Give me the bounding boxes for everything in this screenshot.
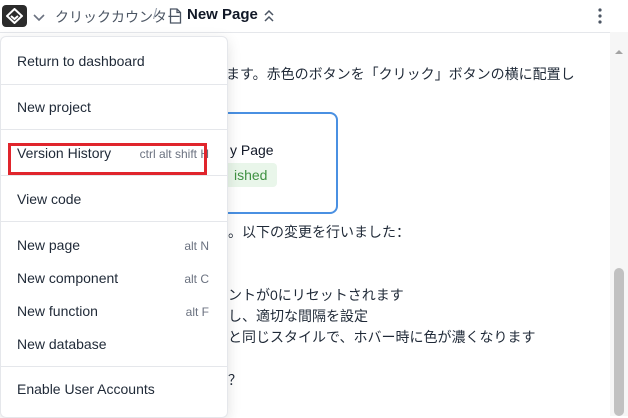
- menu-item-new-function[interactable]: New function alt F: [1, 295, 227, 327]
- menu-item-label: New function: [17, 303, 98, 319]
- app-logo-icon[interactable]: [2, 5, 27, 27]
- breadcrumb-page[interactable]: New Page: [187, 6, 258, 23]
- menu-item-shortcut: alt C: [184, 272, 209, 286]
- menu-divider: [1, 221, 227, 222]
- menu-item-enable-user-accounts[interactable]: Enable User Accounts: [1, 373, 227, 405]
- view-code-highlight-box: [8, 143, 207, 175]
- chat-text-line: た。以下の変更を行いました：: [214, 224, 410, 240]
- chat-text-line: ウントが0にリセットされます: [214, 287, 404, 303]
- chat-text-line: 置し、適切な間隔を設定: [214, 308, 368, 324]
- menu-item-shortcut: alt F: [185, 305, 209, 319]
- menu-item-label: Return to dashboard: [17, 53, 145, 69]
- breadcrumb-separator: /: [153, 6, 158, 23]
- menu-item-label: View code: [17, 191, 82, 207]
- chat-text-line: ンと同じスタイルで、ホバー時に色が濃くなります: [214, 329, 536, 345]
- page-icon: [169, 8, 182, 29]
- menu-item-view-code[interactable]: View code: [1, 183, 227, 215]
- menu-divider: [1, 84, 227, 85]
- menu-item-return-to-dashboard[interactable]: Return to dashboard: [1, 45, 227, 77]
- menu-item-label: New project: [17, 99, 91, 115]
- chevron-up-down-icon[interactable]: [263, 9, 275, 28]
- chat-text-line: します。赤色のボタンを「クリック」ボタンの横に配置し: [212, 66, 575, 82]
- preview-card-title: y Page: [230, 142, 274, 158]
- chevron-down-icon[interactable]: [33, 10, 45, 28]
- menu-item-label: New component: [17, 270, 119, 286]
- menu-divider: [1, 175, 227, 176]
- menu-item-label: New database: [17, 336, 107, 352]
- menu-item-new-project[interactable]: New project: [1, 91, 227, 123]
- menu-item-new-page[interactable]: New page alt N: [1, 229, 227, 261]
- top-bar: クリックカウンター / New Page: [0, 0, 628, 33]
- menu-item-label: Enable User Accounts: [17, 381, 155, 397]
- breadcrumb-project[interactable]: クリックカウンター: [55, 7, 181, 27]
- menu-item-new-database[interactable]: New database: [1, 328, 227, 360]
- scrollbar-thumb[interactable]: [614, 268, 624, 416]
- menu-item-new-component[interactable]: New component alt C: [1, 262, 227, 294]
- kebab-menu-icon[interactable]: [597, 7, 603, 30]
- menu-item-shortcut: alt N: [184, 239, 209, 253]
- menu-item-label: New page: [17, 237, 81, 253]
- menu-divider: [1, 366, 227, 367]
- project-menu: Return to dashboard New project Version …: [0, 36, 228, 418]
- menu-divider: [1, 129, 227, 130]
- scroll-up-icon[interactable]: [614, 42, 624, 60]
